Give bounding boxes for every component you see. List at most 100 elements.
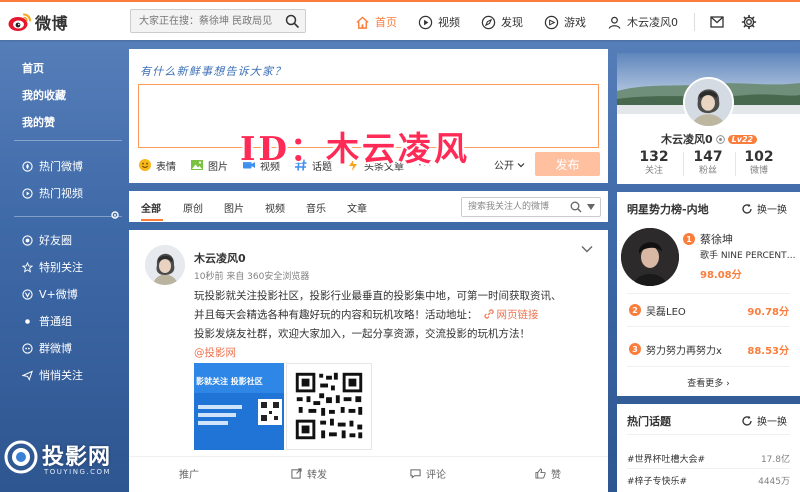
search-box <box>130 9 306 33</box>
star-photo[interactable] <box>621 228 679 286</box>
tab-articles[interactable]: 文章 <box>347 200 367 215</box>
rank-1-name[interactable]: 1 蔡徐坤 <box>683 231 733 247</box>
refresh-label: 换一换 <box>757 205 787 216</box>
leftnav-divider <box>14 140 122 141</box>
gamepad-icon <box>544 15 559 29</box>
leftnav-hot-weibo[interactable]: 热门微博 <box>22 158 83 174</box>
visibility-select[interactable]: 公开 <box>494 157 525 172</box>
post-image-qrcode[interactable] <box>286 363 372 450</box>
leftnav-gear-icon[interactable] <box>110 210 120 220</box>
hot-topic-row[interactable]: #世界杯吐槽大会# 17.8亿 <box>627 452 790 465</box>
like-button[interactable]: 赞 <box>535 466 561 481</box>
leftnav-vplus[interactable]: V+微博 <box>22 286 78 302</box>
rank-score: 88.53分 <box>747 345 789 357</box>
repost-button[interactable]: 转发 <box>291 466 327 481</box>
stat-followers[interactable]: 147 粉丝 <box>683 149 733 178</box>
leftnav-divider <box>14 216 122 217</box>
site-watermark-logo: 投影网 TOUYING.COM <box>4 436 132 488</box>
gear-icon[interactable] <box>741 14 757 30</box>
mention-link[interactable]: @投影网 <box>194 344 594 363</box>
caret-down-icon[interactable] <box>587 204 595 210</box>
weibo-logo[interactable]: 微博 <box>8 9 70 35</box>
user-avatar[interactable] <box>683 77 734 128</box>
tool-emoji[interactable]: 表情 <box>138 158 176 173</box>
leftnav-friends[interactable]: 好友圈 <box>22 232 72 248</box>
site-watermark-sub: TOUYING.COM <box>44 468 112 476</box>
action-label: 转发 <box>307 470 327 481</box>
rank-row-2[interactable]: 2 吴磊LEO 90.78分 <box>629 302 789 318</box>
refresh-icon <box>742 203 752 214</box>
post-avatar[interactable] <box>145 245 185 285</box>
mail-icon[interactable] <box>709 14 725 30</box>
tab-music[interactable]: 音乐 <box>306 200 326 215</box>
avatar-illustration <box>685 79 732 126</box>
action-label: 推广 <box>179 470 199 481</box>
leftnav-special[interactable]: 特别关注 <box>22 259 83 275</box>
member-icon <box>715 134 725 144</box>
hot-title: 热门话题 <box>627 415 671 428</box>
send-button[interactable]: 发布 <box>535 152 600 176</box>
post-actions: 推广 转发 评论 赞 <box>129 456 608 492</box>
hot-refresh-button[interactable]: 换一换 <box>741 413 787 428</box>
rank-row-3[interactable]: 3 努力努力再努力x 88.53分 <box>629 341 789 357</box>
rank-divider <box>627 326 790 327</box>
nav-home[interactable]: 首页 <box>355 2 397 42</box>
nav-video-label: 视频 <box>438 16 460 29</box>
hot-topic-count: 17.8亿 <box>760 455 790 465</box>
logo-text: 微博 <box>35 14 69 33</box>
leftnav-likes[interactable]: 我的赞 <box>22 114 55 130</box>
thumbs-up-icon <box>535 468 546 479</box>
hot-divider <box>627 434 790 435</box>
qrcode-graphic <box>287 364 371 449</box>
post-author-name[interactable]: 木云凌风0 <box>194 250 246 266</box>
share-icon <box>291 468 302 479</box>
rank-see-more-link[interactable]: 查看更多 › <box>617 376 800 389</box>
stat-following[interactable]: 132 关注 <box>629 149 679 178</box>
leftnav-label: 好友圈 <box>39 234 72 247</box>
comment-button[interactable]: 评论 <box>410 466 446 481</box>
leftnav-normal-group[interactable]: 普通组 <box>22 313 72 329</box>
hot-topic-text: #梓子专快乐# <box>627 477 688 487</box>
nav-games[interactable]: 游戏 <box>544 2 586 42</box>
leftnav-label: 特别关注 <box>39 261 83 274</box>
fire-icon <box>22 160 33 172</box>
refresh-icon <box>742 415 752 426</box>
leftnav-label: 我的赞 <box>22 116 55 129</box>
tool-image[interactable]: 图片 <box>190 158 228 173</box>
search-icon[interactable] <box>570 201 582 213</box>
paper-plane-icon <box>22 369 33 381</box>
tab-images[interactable]: 图片 <box>224 200 244 215</box>
tab-active-indicator <box>141 219 163 221</box>
tab-original[interactable]: 原创 <box>183 200 203 215</box>
user-name[interactable]: 木云凌风0 Lv22 <box>661 131 758 147</box>
leftnav-label: 热门微博 <box>39 160 83 173</box>
tab-videos[interactable]: 视频 <box>265 200 285 215</box>
hot-topic-row[interactable]: #梓子专快乐# 4445万 <box>627 474 790 487</box>
nav-discover[interactable]: 发现 <box>481 2 523 42</box>
tab-all[interactable]: 全部 <box>141 200 161 215</box>
leftnav-secret-follow[interactable]: 悄悄关注 <box>22 367 83 383</box>
nav-video[interactable]: 视频 <box>418 2 460 42</box>
leftnav-home[interactable]: 首页 <box>22 60 44 76</box>
search-icon[interactable] <box>285 14 299 28</box>
search-input[interactable] <box>131 10 279 32</box>
leftnav-favorites[interactable]: 我的收藏 <box>22 87 66 103</box>
site-watermark-text: 投影网 <box>42 445 112 470</box>
nav-user[interactable]: 木云凌风0 <box>607 2 678 42</box>
web-link[interactable]: 网页链接 <box>497 309 539 321</box>
stat-label: 粉丝 <box>698 166 717 176</box>
rank-refresh-button[interactable]: 换一换 <box>741 201 787 216</box>
tool-label: 图片 <box>208 161 228 173</box>
stat-number: 132 <box>639 149 669 165</box>
emoji-icon <box>139 159 151 171</box>
chevron-down-icon[interactable] <box>581 245 593 253</box>
feed-search-input[interactable] <box>462 198 566 216</box>
stat-posts[interactable]: 102 微博 <box>734 149 784 178</box>
post-line: 并且每天会精选各种有趣好玩的内容和玩机攻略！活动地址： <box>194 309 478 321</box>
promote-button[interactable]: 推广 <box>179 466 199 481</box>
post-meta: 10秒前 来自 360安全浏览器 <box>194 272 310 282</box>
star-icon <box>22 261 33 273</box>
post-image-banner[interactable]: 影就关注 投影社区 <box>194 363 284 450</box>
leftnav-hot-video[interactable]: 热门视频 <box>22 185 83 201</box>
leftnav-group-weibo[interactable]: 群微博 <box>22 340 72 356</box>
